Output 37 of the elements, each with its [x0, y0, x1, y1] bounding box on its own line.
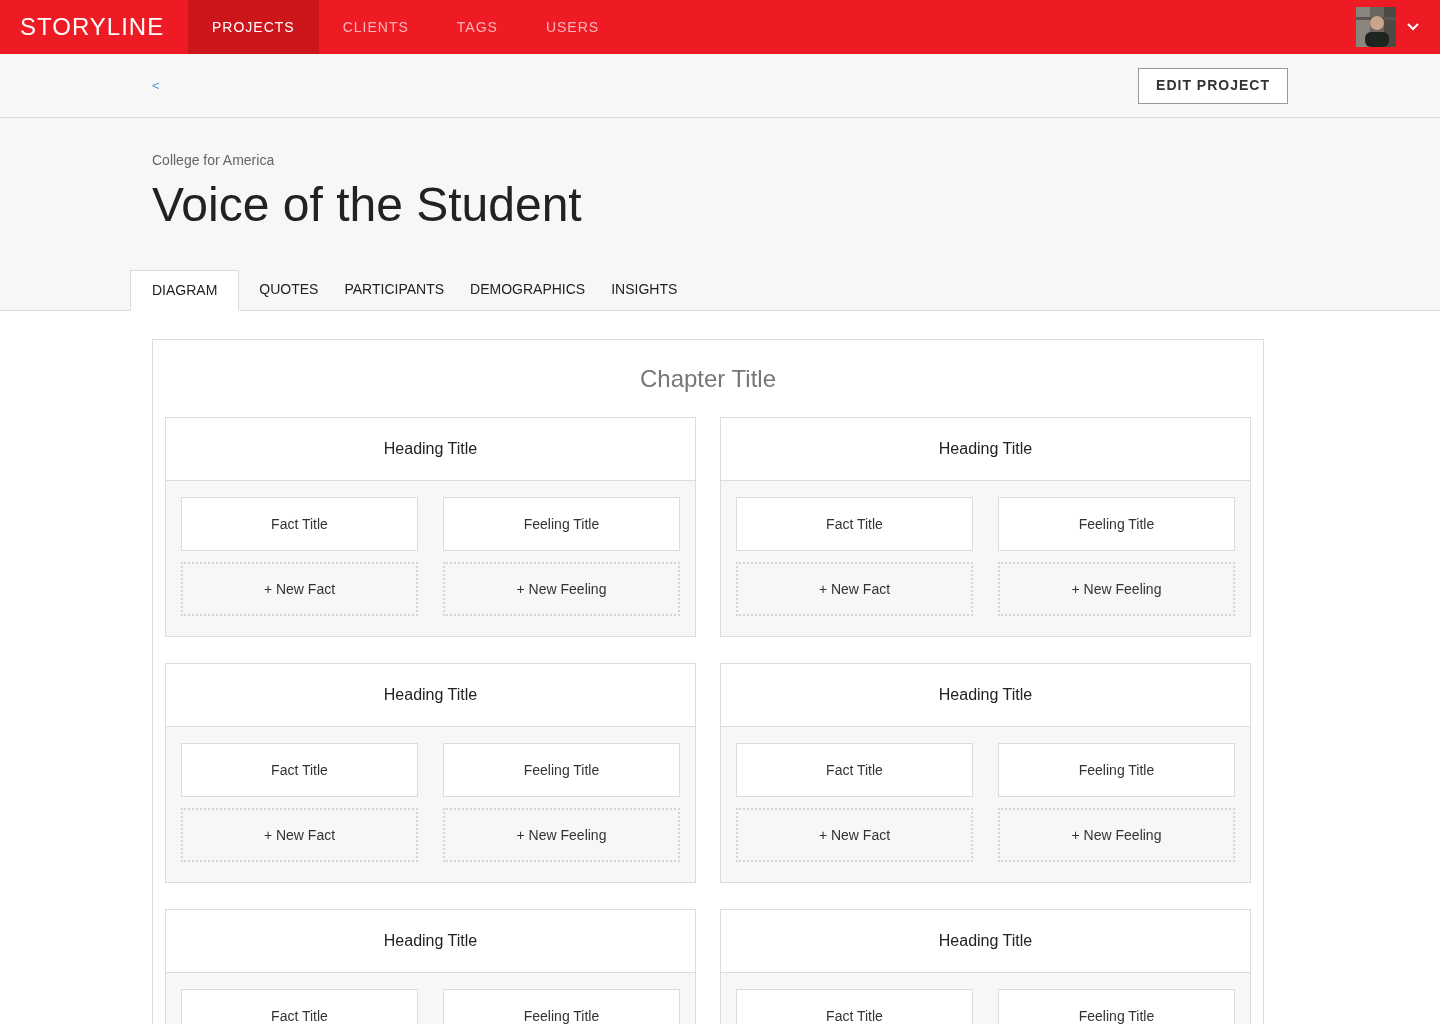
fact-card[interactable]: Fact Title: [736, 743, 973, 797]
feeling-card[interactable]: Feeling Title: [443, 497, 680, 551]
new-fact-button[interactable]: + New Fact: [181, 562, 418, 616]
new-feeling-button[interactable]: + New Feeling: [443, 808, 680, 862]
feeling-card[interactable]: Feeling Title: [998, 497, 1235, 551]
feeling-card[interactable]: Feeling Title: [998, 989, 1235, 1024]
edit-project-button[interactable]: EDIT PROJECT: [1138, 67, 1288, 104]
feeling-card[interactable]: Feeling Title: [443, 989, 680, 1024]
section-heading[interactable]: Heading Title: [721, 418, 1250, 481]
fact-card[interactable]: Fact Title: [181, 743, 418, 797]
tab[interactable]: INSIGHTS: [611, 269, 678, 310]
fact-card[interactable]: Fact Title: [736, 989, 973, 1024]
feeling-card[interactable]: Feeling Title: [443, 743, 680, 797]
fact-card[interactable]: Fact Title: [736, 497, 973, 551]
section-heading[interactable]: Heading Title: [166, 418, 695, 481]
section-heading[interactable]: Heading Title: [721, 910, 1250, 973]
section-heading[interactable]: Heading Title: [166, 910, 695, 973]
tab[interactable]: DEMOGRAPHICS: [470, 269, 586, 310]
client-name: College for America: [152, 151, 276, 170]
new-feeling-button[interactable]: + New Feeling: [443, 562, 680, 616]
nav-tab[interactable]: PROJECTS: [188, 0, 319, 54]
brand-logo[interactable]: STORYLINE: [0, 0, 188, 54]
new-fact-button[interactable]: + New Fact: [736, 808, 973, 862]
tab[interactable]: PARTICIPANTS: [344, 269, 445, 310]
feeling-card[interactable]: Feeling Title: [998, 743, 1235, 797]
tab[interactable]: QUOTES: [259, 269, 319, 310]
tab[interactable]: DIAGRAM: [130, 270, 240, 311]
fact-card[interactable]: Fact Title: [181, 989, 418, 1024]
section-heading[interactable]: Heading Title: [166, 664, 695, 727]
project-title: Voice of the Student: [152, 177, 583, 233]
new-fact-button[interactable]: + New Fact: [181, 808, 418, 862]
chapter-title[interactable]: Chapter Title: [165, 340, 1251, 417]
new-feeling-button[interactable]: + New Feeling: [998, 562, 1235, 616]
section-heading[interactable]: Heading Title: [721, 664, 1250, 727]
fact-card[interactable]: Fact Title: [181, 497, 418, 551]
new-feeling-button[interactable]: + New Feeling: [998, 808, 1235, 862]
new-fact-button[interactable]: + New Fact: [736, 562, 973, 616]
